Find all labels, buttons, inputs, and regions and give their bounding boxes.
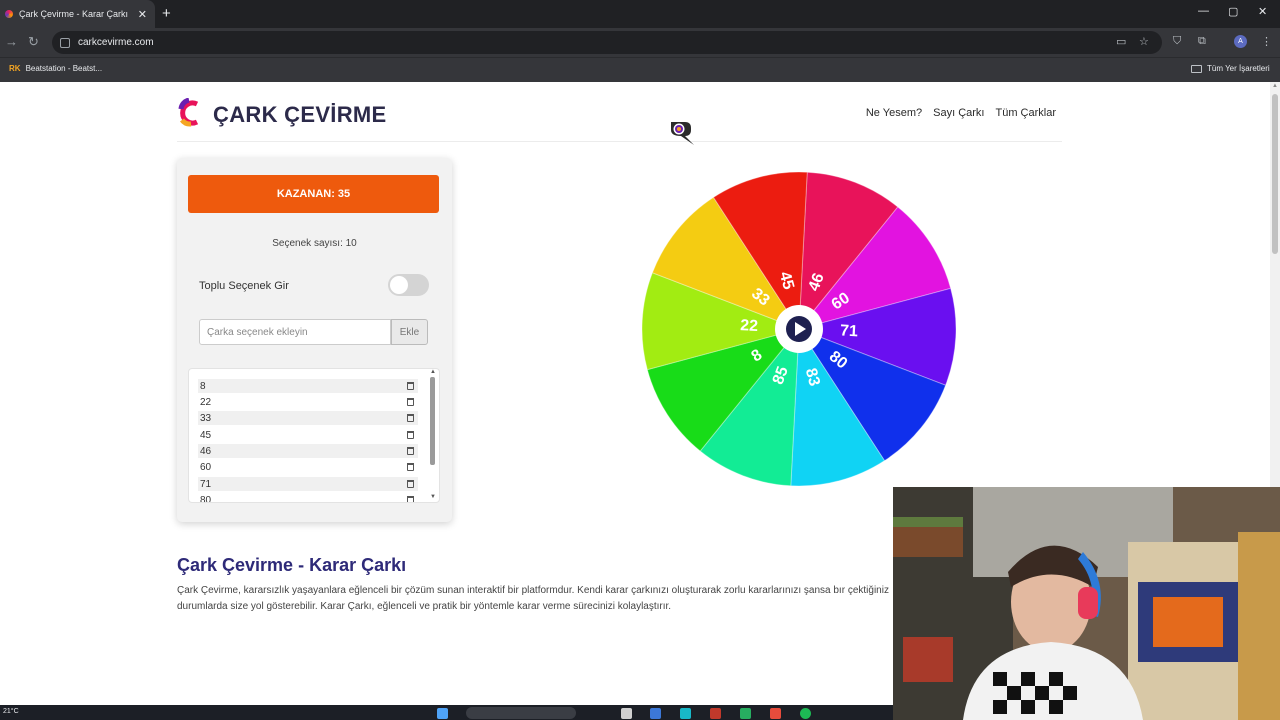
bookmark-site-icon: RK <box>9 64 21 73</box>
option-count: Seçenek sayısı: 10 <box>272 238 357 249</box>
winner-banner: KAZANAN: 35 <box>188 175 439 213</box>
site-info-icon[interactable] <box>60 37 70 48</box>
menu-icon[interactable]: ⋮ <box>1261 35 1272 48</box>
options-panel: KAZANAN: 35 Seçenek sayısı: 10 Toplu Seç… <box>177 158 452 522</box>
bookmark-beatstation[interactable]: RK Beatstation - Beatst... <box>9 64 102 73</box>
trash-icon[interactable] <box>407 447 414 455</box>
trash-icon[interactable] <box>407 431 414 439</box>
brand-name[interactable]: ÇARK ÇEVİRME <box>213 102 387 128</box>
trash-icon[interactable] <box>407 398 414 406</box>
app-icon[interactable] <box>770 708 781 719</box>
option-value: 22 <box>200 396 212 408</box>
option-value: 46 <box>200 445 212 457</box>
taskbar-search[interactable] <box>466 707 576 719</box>
list-scroll-up-icon[interactable]: ▲ <box>430 369 436 375</box>
list-item: 8 <box>198 379 418 393</box>
os-taskbar: 21°C <box>0 705 893 720</box>
bulk-entry-label: Toplu Seçenek Gir <box>199 280 289 292</box>
wheel-pointer-icon <box>671 122 694 145</box>
option-value: 8 <box>200 380 206 392</box>
list-scroll-down-icon[interactable]: ▼ <box>430 494 436 500</box>
new-tab-button[interactable]: + <box>162 5 171 23</box>
weather-temperature[interactable]: 21°C <box>3 708 19 715</box>
trash-icon[interactable] <box>407 496 414 502</box>
wheel-segment-label: 22 <box>740 317 759 335</box>
bookmark-star-icon[interactable]: ☆ <box>1139 35 1149 48</box>
site-header: ÇARK ÇEVİRME Ne Yesem? Sayı Çarkı Tüm Ça… <box>177 96 1062 142</box>
browser-tab-bar: Çark Çevirme - Karar Çarkı ✕ + — ▢ ✕ <box>0 0 1280 28</box>
site-favicon-icon <box>5 10 13 18</box>
task-view-icon[interactable] <box>621 708 632 719</box>
list-scrollbar[interactable] <box>430 377 435 465</box>
option-value: 80 <box>200 494 212 503</box>
tab-title: Çark Çevirme - Karar Çarkı <box>19 9 129 19</box>
edge-icon[interactable] <box>650 708 661 719</box>
option-value: 71 <box>200 478 212 490</box>
profile-avatar[interactable]: A <box>1234 35 1247 48</box>
folder-icon <box>1191 64 1202 73</box>
article-title: Çark Çevirme - Karar Çarkı <box>177 555 407 575</box>
list-item: 33 <box>198 411 418 425</box>
trash-icon[interactable] <box>407 382 414 390</box>
trash-icon[interactable] <box>407 463 414 471</box>
option-value: 33 <box>200 412 212 424</box>
scrollbar-thumb[interactable] <box>1272 94 1278 254</box>
list-item: 60 <box>198 460 418 474</box>
start-icon[interactable] <box>437 708 448 719</box>
options-list[interactable]: 8 22 33 45 46 60 71 80 ▲ ▼ <box>188 368 440 503</box>
address-bar[interactable]: carkcevirme.com <box>52 31 1162 54</box>
nav-link-tum-carklar[interactable]: Tüm Çarklar <box>995 107 1056 119</box>
maximize-button[interactable]: ▢ <box>1228 5 1238 18</box>
spin-wheel[interactable]: 46 60 71 80 83 85 8 22 33 45 <box>640 170 958 488</box>
add-option-button[interactable]: Ekle <box>391 319 428 345</box>
list-item: 22 <box>198 395 418 409</box>
nav-link-ne-yesem[interactable]: Ne Yesem? <box>866 107 922 119</box>
spotify-icon[interactable] <box>800 708 811 719</box>
bookmarks-bar: RK Beatstation - Beatst... Tüm Yer İşare… <box>0 57 1280 82</box>
all-bookmarks[interactable]: Tüm Yer İşaretleri <box>1191 64 1270 73</box>
webcam-feed-image <box>893 487 1280 720</box>
browser-tab[interactable]: Çark Çevirme - Karar Çarkı ✕ <box>0 0 155 28</box>
wheel-segment-label: 71 <box>840 322 859 340</box>
option-value: 45 <box>200 429 212 441</box>
reload-icon[interactable]: ↻ <box>28 34 39 50</box>
list-item: 46 <box>198 444 418 458</box>
nav-link-sayi-carki[interactable]: Sayı Çarkı <box>933 107 984 119</box>
url-text: carkcevirme.com <box>78 37 154 48</box>
bookmark-label: Beatstation - Beatst... <box>25 64 103 73</box>
cast-icon[interactable]: ▭ <box>1116 35 1126 48</box>
xbox-icon[interactable] <box>740 708 751 719</box>
toggle-knob <box>390 276 408 294</box>
wheel-graphic[interactable]: 4660718083858223345 <box>640 170 958 488</box>
trash-icon[interactable] <box>407 414 414 422</box>
list-item: 80 <box>198 493 418 503</box>
bulk-entry-toggle[interactable] <box>388 274 429 296</box>
option-input[interactable] <box>199 319 391 345</box>
site-logo-icon[interactable] <box>177 98 201 128</box>
option-value: 60 <box>200 461 212 473</box>
forward-icon[interactable]: → <box>5 34 18 49</box>
browser-toolbar: → ↻ carkcevirme.com ▭ ☆ ⛉ ⧉ ⋮ <box>0 28 1280 57</box>
shield-icon[interactable]: ⛉ <box>1173 35 1181 48</box>
all-bookmarks-label: Tüm Yer İşaretleri <box>1207 64 1270 73</box>
close-window-button[interactable]: ✕ <box>1258 5 1267 18</box>
chrome-icon[interactable] <box>710 708 721 719</box>
article-body: Çark Çevirme, kararsızlık yaşayanlara eğ… <box>177 585 889 612</box>
list-item: 71 <box>198 477 418 491</box>
minimize-button[interactable]: — <box>1198 5 1209 17</box>
tab-close-icon[interactable]: ✕ <box>138 8 147 21</box>
scroll-up-icon[interactable]: ▲ <box>1272 83 1278 89</box>
trash-icon[interactable] <box>407 480 414 488</box>
main-nav: Ne Yesem? Sayı Çarkı Tüm Çarklar <box>866 107 1056 119</box>
extensions-icon[interactable]: ⧉ <box>1198 35 1206 48</box>
webcam-overlay <box>893 487 1280 720</box>
app-icon[interactable] <box>680 708 691 719</box>
list-item: 45 <box>198 428 418 442</box>
